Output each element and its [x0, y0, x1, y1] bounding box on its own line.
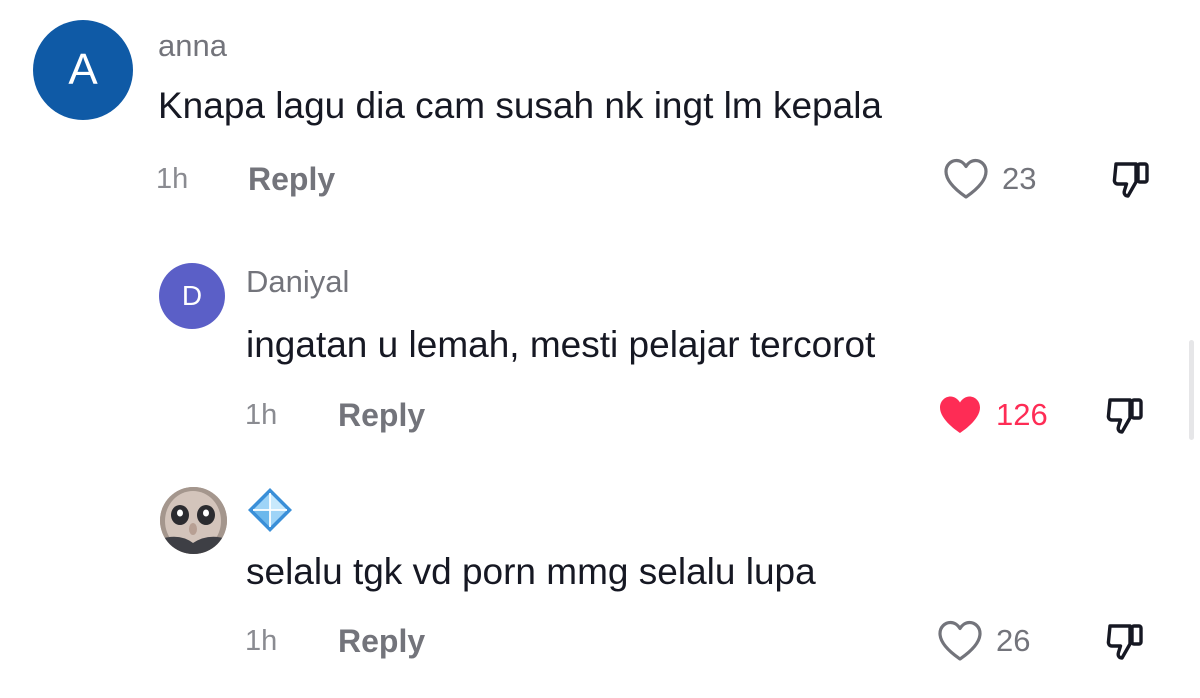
avatar-photo[interactable] — [160, 487, 227, 554]
heart-filled-icon — [940, 396, 980, 433]
like-button[interactable]: 23 — [942, 157, 1036, 201]
comment-time: 1h — [245, 625, 278, 657]
dislike-icon[interactable] — [1102, 618, 1150, 666]
dislike-icon[interactable] — [1102, 392, 1150, 440]
like-count: 23 — [1002, 161, 1037, 196]
reply-button[interactable]: Reply — [338, 623, 425, 660]
comment-time: 1h — [156, 163, 189, 195]
scrollbar[interactable] — [1189, 340, 1194, 440]
like-button[interactable]: 26 — [936, 619, 1030, 663]
avatar-letter: A — [68, 45, 98, 94]
avatar-anna[interactable]: A — [33, 20, 133, 120]
heart-outline-icon — [944, 158, 988, 199]
comment-text: selalu tgk vd porn mmg selalu lupa — [246, 551, 816, 592]
heart-outline-icon — [938, 620, 982, 661]
comment-time: 1h — [245, 399, 278, 431]
username-daniyal[interactable]: Daniyal — [246, 264, 349, 300]
avatar-letter: D — [181, 280, 203, 311]
comment-text: Knapa lagu dia cam susah nk ingt lm kepa… — [158, 85, 882, 126]
photo-avatar-image — [160, 487, 227, 554]
comment-text: ingatan u lemah, mesti pelajar tercorot — [246, 324, 876, 365]
like-count: 26 — [996, 623, 1031, 658]
dislike-icon[interactable] — [1108, 156, 1156, 204]
reply-button[interactable]: Reply — [338, 397, 425, 434]
like-count: 126 — [996, 397, 1048, 432]
username-anna[interactable]: anna — [158, 28, 227, 64]
diamond-badge-icon — [248, 488, 292, 532]
like-button[interactable]: 126 — [936, 393, 1048, 437]
reply-button[interactable]: Reply — [248, 161, 335, 198]
avatar-daniyal[interactable]: D — [159, 263, 225, 329]
